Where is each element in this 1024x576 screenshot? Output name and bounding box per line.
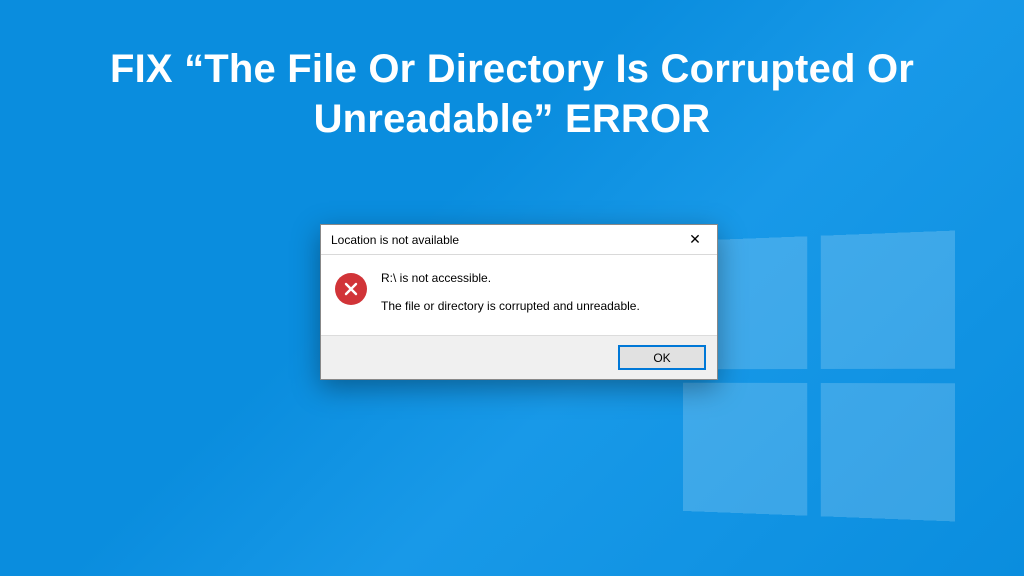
error-dialog: Location is not available ✕ R:\ is not a… (320, 224, 718, 380)
page-headline: FIX “The File Or Directory Is Corrupted … (0, 44, 1024, 144)
ok-button[interactable]: OK (619, 346, 705, 369)
dialog-messages: R:\ is not accessible. The file or direc… (381, 271, 640, 313)
error-icon (335, 273, 367, 305)
close-button[interactable]: ✕ (673, 225, 717, 255)
dialog-message-line1: R:\ is not accessible. (381, 271, 640, 285)
dialog-body: R:\ is not accessible. The file or direc… (321, 255, 717, 335)
windows-logo-watermark (683, 231, 955, 522)
dialog-titlebar: Location is not available ✕ (321, 225, 717, 255)
dialog-footer: OK (321, 335, 717, 379)
close-icon: ✕ (689, 231, 701, 248)
dialog-message-line2: The file or directory is corrupted and u… (381, 299, 640, 313)
dialog-title: Location is not available (331, 233, 673, 247)
